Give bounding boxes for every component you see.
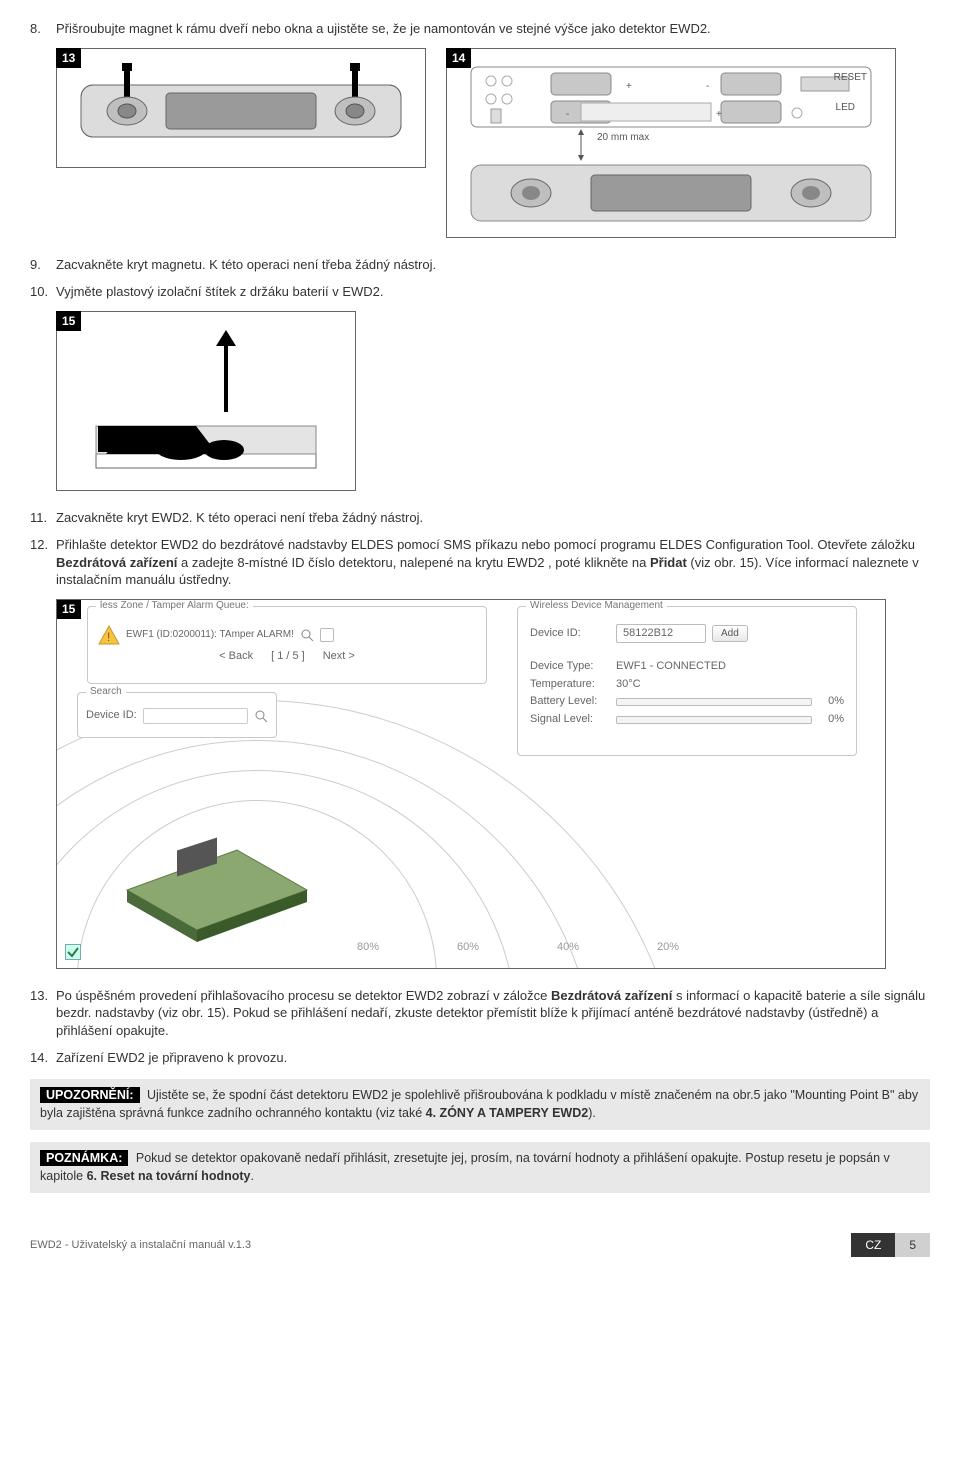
figure-label: 15 (56, 311, 81, 331)
back-link[interactable]: < Back (219, 649, 253, 664)
search-devid-label: Device ID: (86, 708, 137, 723)
step-10: 10. Vyjměte plastový izolační štítek z d… (30, 283, 930, 301)
footer-page: 5 (895, 1233, 930, 1257)
step-text: Přihlašte detektor EWD2 do bezdrátové na… (56, 536, 930, 589)
search-panel: Search Device ID: (77, 692, 277, 738)
figure-14: 14 + - - + (446, 48, 896, 238)
footer-lang: CZ (851, 1233, 895, 1257)
figure-15a-illustration (76, 326, 336, 476)
step-8: 8. Přišroubujte magnet k rámu dveří nebo… (30, 20, 930, 38)
plus-label: + (626, 81, 632, 92)
plus-label: + (716, 109, 722, 120)
step-number: 8. (30, 20, 56, 38)
sig-value: 0% (818, 712, 844, 727)
temp-label: Temperature: (530, 677, 610, 692)
step-number: 10. (30, 283, 56, 301)
devid-value[interactable]: 58122B12 (616, 624, 706, 643)
type-value: EWF1 - CONNECTED (616, 659, 726, 674)
t-bold: Přidat (650, 555, 687, 570)
step-number: 9. (30, 256, 56, 274)
step-11: 11. Zacvakněte kryt EWD2. K této operaci… (30, 509, 930, 527)
minus-label: - (566, 109, 569, 120)
search-input[interactable] (143, 708, 248, 724)
figure-15a: 15 (56, 311, 356, 491)
figure-15b: 15 80% 60% 40% 20% less Zone / Tamper Al… (56, 599, 886, 969)
led-label: LED (836, 101, 855, 115)
panel-title: Search (86, 685, 126, 699)
figure-15-wrap: 15 (56, 311, 930, 491)
expand-icon[interactable] (320, 628, 334, 642)
panel-title: Wireless Device Management (526, 599, 667, 613)
step-text: Zacvakněte kryt EWD2. K této operaci nen… (56, 509, 930, 527)
panel-title: less Zone / Tamper Alarm Queue: (96, 599, 253, 613)
t: Po úspěšném provedení přihlašovacího pro… (56, 988, 551, 1003)
ring-80: 80% (357, 940, 379, 955)
step-text: Přišroubujte magnet k rámu dveří nebo ok… (56, 20, 930, 38)
batt-label: Battery Level: (530, 694, 610, 709)
figure-label: 15 (56, 599, 81, 619)
type-label: Device Type: (530, 659, 610, 674)
figures-row-13-14: 13 14 (56, 48, 930, 238)
figure-15b-wrap: 15 80% 60% 40% 20% less Zone / Tamper Al… (56, 599, 930, 969)
pcb-icon (117, 830, 317, 960)
alarm-text: EWF1 (ID:0200011): TAmper ALARM! (126, 628, 294, 642)
temp-value: 30°C (616, 677, 641, 692)
step-number: 12. (30, 536, 56, 589)
next-link[interactable]: Next > (323, 649, 355, 664)
t: a zadejte 8-místné ID číslo detektoru, n… (177, 555, 650, 570)
step-12: 12. Přihlašte detektor EWD2 do bezdrátov… (30, 536, 930, 589)
alarm-queue-panel: less Zone / Tamper Alarm Queue: ! EWF1 (… (87, 606, 487, 684)
warning-icon: ! (98, 624, 120, 646)
footer-title: EWD2 - Uživatelský a instalační manuál v… (30, 1238, 851, 1253)
step-14: 14. Zařízení EWD2 je připraveno k provoz… (30, 1049, 930, 1067)
t-bold: Bezdrátová zařízení (551, 988, 672, 1003)
search-icon (300, 628, 314, 642)
warning-notice: UPOZORNĚNÍ: Ujistěte se, že spodní část … (30, 1079, 930, 1130)
step-text: Po úspěšném provedení přihlašovacího pro… (56, 987, 930, 1040)
batt-bar (616, 698, 812, 706)
ring-40: 40% (557, 940, 579, 955)
checkbox-icon[interactable] (65, 944, 81, 960)
devid-label: Device ID: (530, 626, 610, 641)
note-notice: POZNÁMKA: Pokud se detektor opakovaně ne… (30, 1142, 930, 1193)
device-mgmt-panel: Wireless Device Management Device ID: 58… (517, 606, 857, 756)
reset-label: RESET (834, 71, 867, 85)
notice-tag: UPOZORNĚNÍ: (40, 1087, 140, 1103)
ring-60: 60% (457, 940, 479, 955)
pager: [ 1 / 5 ] (271, 649, 305, 664)
step-number: 11. (30, 509, 56, 527)
gap-label: 20 mm max (597, 131, 649, 145)
t-bold: 4. ZÓNY A TAMPERY EWD2 (426, 1106, 589, 1120)
figure-14-illustration: + - - + (461, 59, 881, 229)
t-bold: Bezdrátová zařízení (56, 555, 177, 570)
figure-label: 13 (56, 48, 81, 68)
ring-20: 20% (657, 940, 679, 955)
figure-13: 13 (56, 48, 426, 168)
step-13: 13. Po úspěšném provedení přihlašovacího… (30, 987, 930, 1040)
figure-13-illustration (76, 63, 406, 153)
step-text: Zacvakněte kryt magnetu. K této operaci … (56, 256, 930, 274)
sig-label: Signal Level: (530, 712, 610, 727)
t: Přihlašte detektor EWD2 do bezdrátové na… (56, 537, 915, 552)
page-footer: EWD2 - Uživatelský a instalační manuál v… (30, 1233, 930, 1257)
minus-label: - (706, 81, 709, 92)
notice-tag: POZNÁMKA: (40, 1150, 128, 1166)
search-icon[interactable] (254, 709, 268, 723)
svg-text:!: ! (107, 630, 110, 644)
step-text: Vyjměte plastový izolační štítek z držák… (56, 283, 930, 301)
sig-bar (616, 716, 812, 724)
t: ). (588, 1106, 596, 1120)
t: . (250, 1169, 253, 1183)
step-number: 14. (30, 1049, 56, 1067)
add-button[interactable]: Add (712, 625, 748, 643)
step-9: 9. Zacvakněte kryt magnetu. K této opera… (30, 256, 930, 274)
t-bold: 6. Reset na tovární hodnoty (87, 1169, 251, 1183)
figure-label: 14 (446, 48, 471, 68)
step-number: 13. (30, 987, 56, 1040)
batt-value: 0% (818, 694, 844, 709)
step-text: Zařízení EWD2 je připraveno k provozu. (56, 1049, 930, 1067)
